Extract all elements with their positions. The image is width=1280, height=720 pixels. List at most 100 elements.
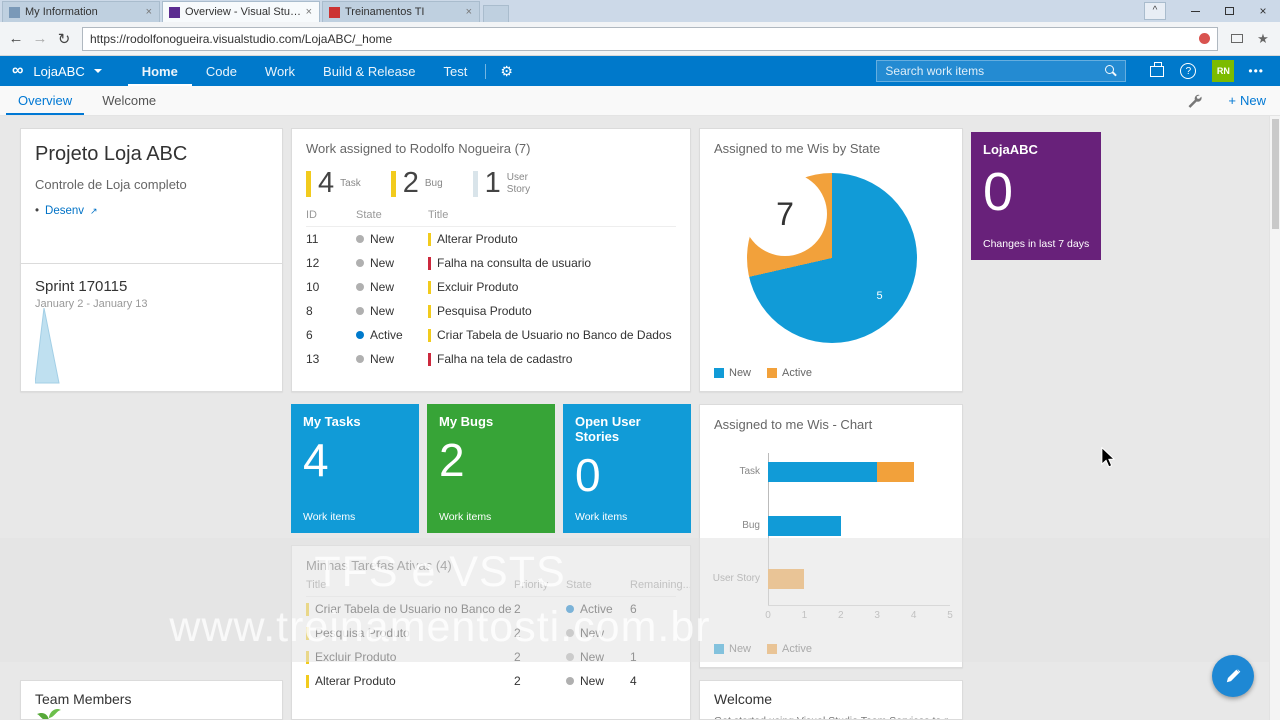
new-tab-button[interactable]	[483, 5, 509, 22]
tarefa-title-cell: Pesquisa Produto	[306, 626, 514, 640]
work-item-state: New	[356, 304, 428, 318]
nav-item-home[interactable]: Home	[128, 56, 192, 86]
tab-favicon	[329, 6, 340, 18]
legend-item: Active	[767, 367, 812, 379]
tab-close-icon[interactable]: ×	[303, 6, 315, 18]
password-manager-icon[interactable]	[1199, 33, 1210, 44]
tab-close-icon[interactable]: ×	[143, 6, 155, 18]
legend-swatch	[714, 644, 724, 654]
work-item-row[interactable]: 8 New Pesquisa Produto	[306, 299, 676, 323]
code-changes-tile[interactable]: LojaABC 0 Changes in last 7 days	[971, 132, 1101, 260]
tarefa-remaining: 6	[630, 602, 637, 616]
tarefa-title-link[interactable]: Pesquisa Produto	[315, 626, 410, 640]
work-item-row[interactable]: 13 New Falha na tela de cadastro	[306, 347, 676, 371]
donut-legend: New Active	[714, 367, 812, 379]
tab-close-icon[interactable]: ×	[463, 6, 475, 18]
work-item-row[interactable]: 12 New Falha na consulta de usuario	[306, 251, 676, 275]
query-tile[interactable]: My Tasks 4 Work items	[291, 404, 419, 533]
wis-by-state-card: Assigned to me Wis by State 52 7 New Act…	[699, 128, 963, 392]
work-item-title-link[interactable]: Falha na consulta de usuario	[437, 256, 591, 270]
configure-wrench-icon[interactable]	[1187, 93, 1202, 108]
nav-item-build-release[interactable]: Build & Release	[309, 56, 430, 86]
x-axis-line	[768, 605, 950, 606]
welcome-card: Welcome Get started using Visual Studio …	[699, 680, 963, 720]
state-label: New	[370, 304, 395, 318]
more-options-icon[interactable]: •••	[1248, 64, 1264, 78]
state-dot-icon	[566, 677, 574, 685]
sprint-title: Sprint 170115	[35, 278, 128, 295]
search-icon[interactable]	[1105, 65, 1117, 77]
work-item-row[interactable]: 10 New Excluir Produto	[306, 275, 676, 299]
back-button[interactable]: ←	[4, 30, 28, 47]
scroll-top-button[interactable]: ^	[1144, 2, 1166, 20]
reading-view-button[interactable]	[1224, 26, 1250, 52]
work-item-title-link[interactable]: Alterar Produto	[437, 232, 518, 246]
legend-label: Active	[782, 643, 812, 655]
maximize-button[interactable]	[1212, 0, 1246, 22]
url-field[interactable]	[82, 26, 1218, 51]
tarefa-remaining: 1	[630, 650, 637, 664]
bar-category-label: Bug	[742, 520, 760, 531]
bullet-icon: •	[35, 205, 40, 217]
new-widget-button[interactable]: + New	[1228, 93, 1266, 108]
minimize-button[interactable]	[1178, 0, 1212, 22]
tarefa-state: New	[566, 626, 630, 640]
x-tick-label: 4	[910, 610, 917, 621]
marketplace-bag-icon[interactable]	[1150, 61, 1165, 77]
avatar[interactable]: RN	[1212, 60, 1235, 82]
project-switcher[interactable]: LojaABC	[33, 64, 102, 79]
bar-segment	[768, 569, 805, 589]
query-tile[interactable]: My Bugs 2 Work items	[427, 404, 555, 533]
tab-welcome[interactable]: Welcome	[90, 86, 168, 115]
state-label: Active	[580, 602, 613, 616]
work-item-title-link[interactable]: Falha na tela de cadastro	[437, 352, 572, 366]
legend-swatch	[767, 644, 778, 654]
sprint-card: Sprint 170115 January 2 - January 13	[20, 263, 283, 392]
desenv-link[interactable]: Desenv	[45, 205, 84, 217]
tarefa-row[interactable]: Criar Tabela de Usuario no Banco de Dado…	[306, 597, 676, 621]
tarefa-title-link[interactable]: Criar Tabela de Usuario no Banco de Dado…	[315, 602, 514, 616]
tarefa-remaining: 4	[630, 674, 637, 688]
browser-tab-treinamentos[interactable]: Treinamentos TI ×	[322, 1, 480, 22]
scrollbar-thumb[interactable]	[1272, 119, 1279, 229]
browser-tab-my-information[interactable]: My Information ×	[2, 1, 160, 22]
browser-tab-overview[interactable]: Overview - Visual Studio ×	[162, 1, 320, 22]
tarefa-row[interactable]: Excluir Produto 2 New 1	[306, 645, 676, 669]
state-label: New	[370, 352, 395, 366]
search-input[interactable]	[885, 64, 1106, 78]
help-icon[interactable]: ?	[1180, 63, 1197, 79]
nav-item-work[interactable]: Work	[251, 56, 309, 86]
search-box[interactable]	[876, 60, 1127, 82]
work-item-title-link[interactable]: Excluir Produto	[437, 280, 518, 294]
work-item-state: New	[356, 280, 428, 294]
top-nav: Home Code Work Build & Release Test	[128, 56, 482, 86]
tarefa-title-link[interactable]: Excluir Produto	[315, 650, 396, 664]
work-item-row[interactable]: 6 Active Criar Tabela de Usuario no Banc…	[306, 323, 676, 347]
url-input[interactable]	[90, 31, 1193, 46]
query-tile[interactable]: Open User Stories 0 Work items	[563, 404, 691, 533]
work-items-rows: 11 New Alterar Produto 12 New Falha na c…	[306, 227, 676, 371]
tab-overview[interactable]: Overview	[6, 86, 84, 115]
tarefa-row[interactable]: Alterar Produto 2 New 4	[306, 669, 676, 693]
work-item-row[interactable]: 11 New Alterar Produto	[306, 227, 676, 251]
forward-button[interactable]: →	[28, 30, 52, 47]
changes-tile-caption: Changes in last 7 days	[983, 238, 1090, 250]
work-item-title-link[interactable]: Pesquisa Produto	[437, 304, 532, 318]
tarefa-title-link[interactable]: Alterar Produto	[315, 674, 396, 688]
page-scrollbar[interactable]	[1269, 116, 1280, 720]
work-type-count-value: 2	[402, 167, 419, 199]
external-link-icon: ↗	[90, 205, 98, 216]
refresh-button[interactable]: ↻	[52, 30, 76, 48]
project-link-row: • Desenv ↗	[35, 205, 268, 217]
nav-item-code[interactable]: Code	[192, 56, 251, 86]
visual-studio-logo[interactable]: ∞	[12, 63, 23, 79]
tarefa-row[interactable]: Pesquisa Produto 2 New	[306, 621, 676, 645]
favorites-button[interactable]: ★	[1250, 26, 1276, 52]
edit-dashboard-button[interactable]	[1212, 655, 1254, 697]
nav-item-test[interactable]: Test	[430, 56, 482, 86]
changes-tile-value: 0	[983, 162, 1014, 222]
work-item-title-link[interactable]: Criar Tabela de Usuario no Banco de Dado…	[437, 328, 672, 342]
close-button[interactable]: ×	[1246, 0, 1280, 22]
work-item-id: 6	[306, 328, 313, 342]
settings-gear-icon[interactable]: ⚙	[490, 56, 523, 86]
